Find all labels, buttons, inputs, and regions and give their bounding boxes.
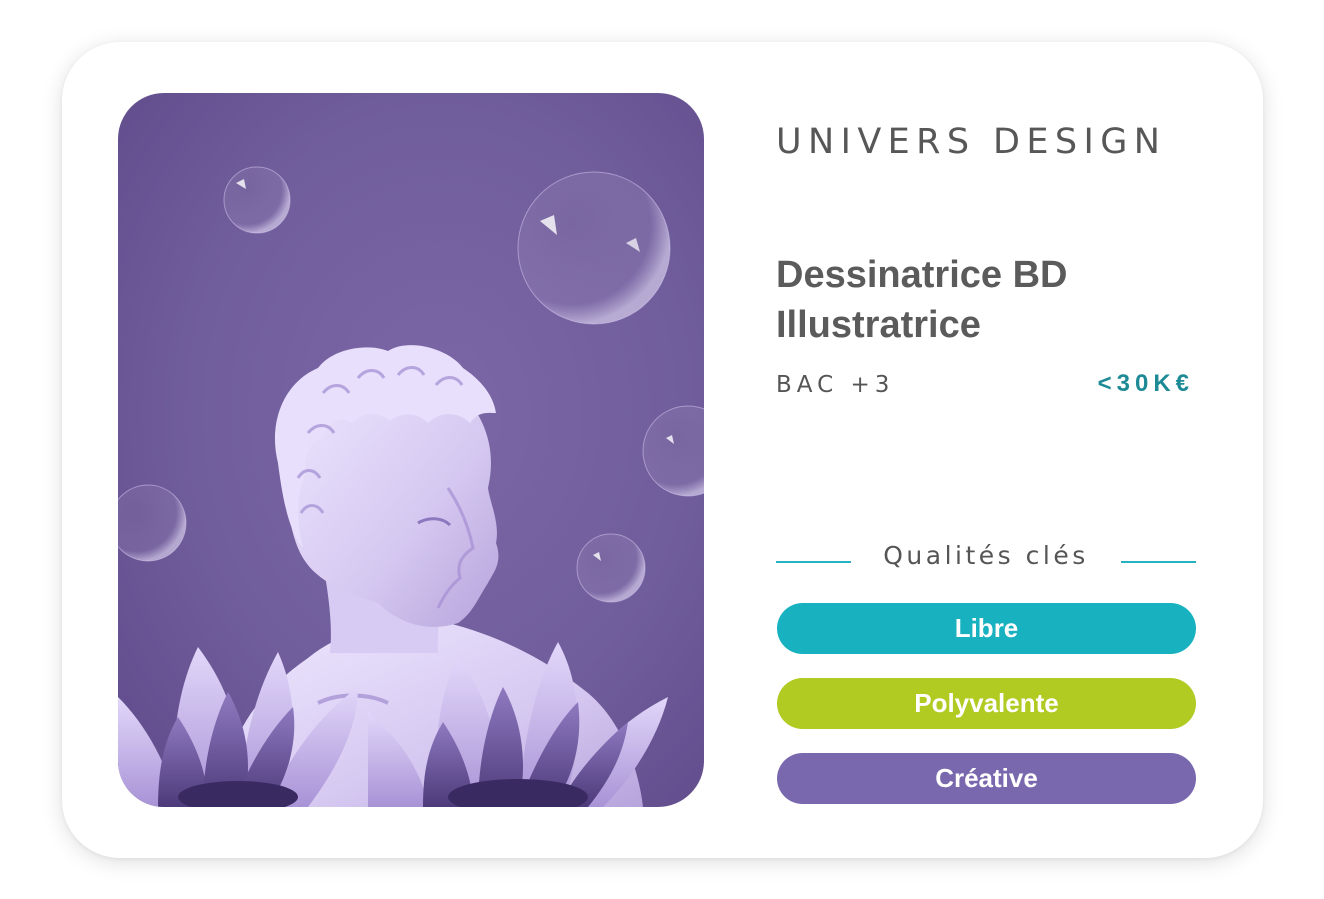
education-level: BAC +3 <box>776 372 895 398</box>
statue-illustration-image <box>118 93 704 807</box>
quality-pill-libre[interactable]: Libre <box>777 603 1196 654</box>
quality-pill-creative[interactable]: Créative <box>777 753 1196 804</box>
qualities-header: Qualités clés <box>776 541 1196 581</box>
job-title: Dessinatrice BD Illustratrice <box>776 250 1206 350</box>
job-title-line-1: Dessinatrice BD <box>776 254 1068 296</box>
salary-label: <30K€ <box>1097 370 1194 397</box>
quality-pill-polyvalente[interactable]: Polyvalente <box>777 678 1196 729</box>
qualities-title: Qualités clés <box>883 541 1089 570</box>
divider-line-right <box>1121 561 1196 563</box>
job-title-line-2: Illustratrice <box>776 304 981 346</box>
category-label: UNIVERS DESIGN <box>776 122 1167 162</box>
